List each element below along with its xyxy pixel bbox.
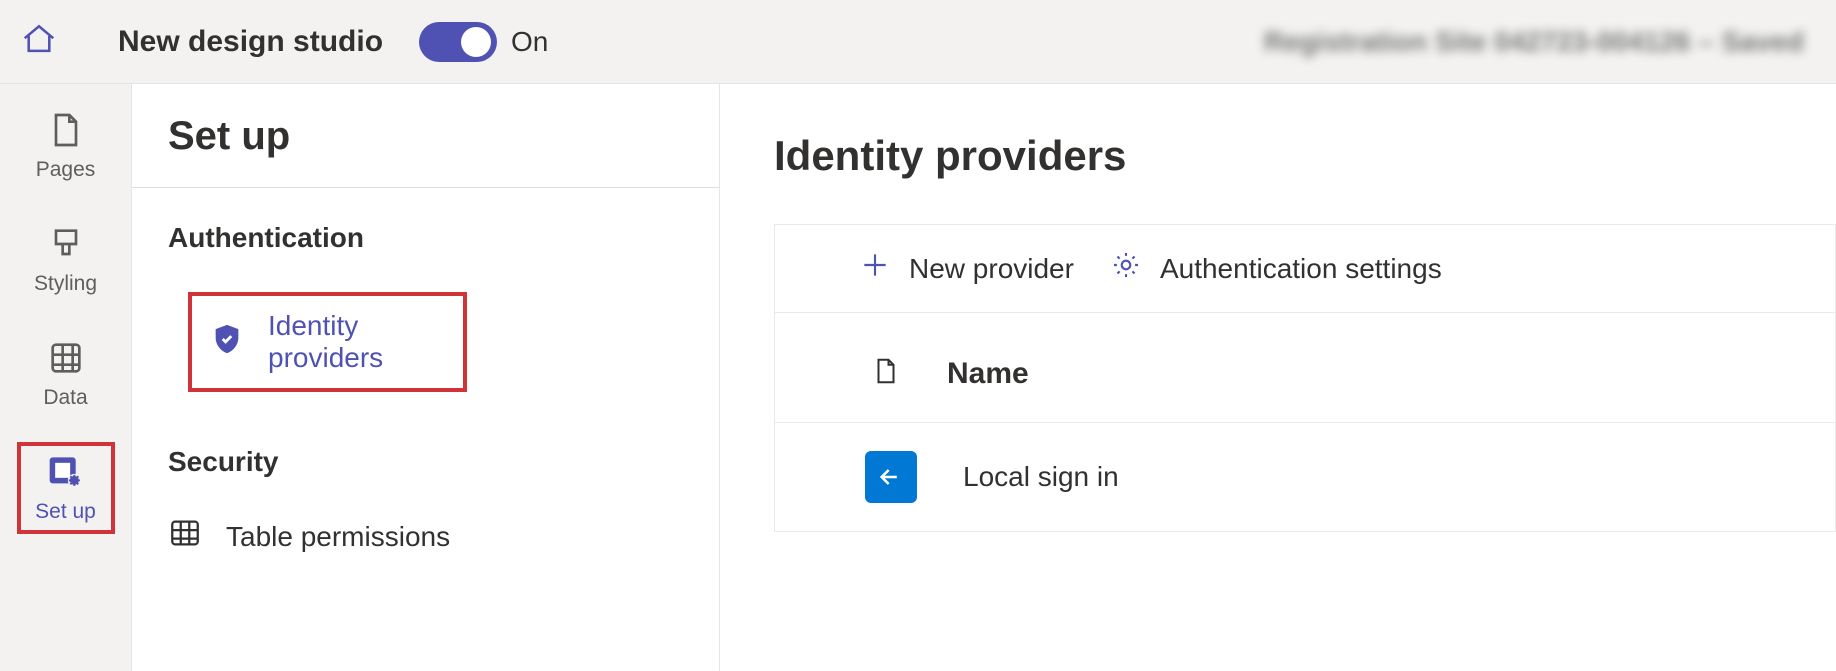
topbar: New design studio On Registration Site 0… xyxy=(0,0,1836,84)
page-title: Identity providers xyxy=(774,132,1836,180)
rail-item-data[interactable]: Data xyxy=(19,330,113,418)
subnav-section-security: Security xyxy=(132,412,719,496)
table-row[interactable]: Local sign in xyxy=(775,423,1835,531)
panel-toolbar: New provider Authentication settings xyxy=(775,225,1835,313)
rail-label-styling: Styling xyxy=(34,272,97,296)
subnav-panel: Set up Authentication Identity providers… xyxy=(132,84,720,671)
auth-settings-button[interactable]: Authentication settings xyxy=(1110,249,1442,288)
rail-label-data: Data xyxy=(43,386,87,410)
subnav-title: Set up xyxy=(132,114,719,187)
home-icon[interactable] xyxy=(20,20,118,63)
subnav-item-label: Table permissions xyxy=(226,521,450,553)
toggle-state-label: On xyxy=(511,26,548,58)
providers-panel: New provider Authentication settings xyxy=(774,224,1836,532)
shield-check-icon xyxy=(210,322,244,363)
on-toggle-wrap: On xyxy=(419,22,548,62)
rail-item-styling[interactable]: Styling xyxy=(19,216,113,304)
subnav-item-label: Identity providers xyxy=(268,310,445,374)
rail-label-setup: Set up xyxy=(35,500,96,524)
file-column-icon xyxy=(871,353,901,394)
plus-icon xyxy=(859,249,891,288)
local-signin-icon xyxy=(865,451,917,503)
subnav-item-table-permissions[interactable]: Table permissions xyxy=(132,496,719,577)
content-area: Identity providers New provider xyxy=(720,84,1836,671)
rail-label-pages: Pages xyxy=(36,158,96,182)
studio-label: New design studio xyxy=(118,25,383,59)
rail-item-setup[interactable]: Set up xyxy=(19,444,113,532)
table-icon xyxy=(168,516,202,557)
gear-icon xyxy=(1110,249,1142,288)
row-label: Local sign in xyxy=(963,461,1119,493)
table-header: Name xyxy=(775,313,1835,423)
subnav-section-authentication: Authentication xyxy=(132,188,719,272)
rail-item-pages[interactable]: Pages xyxy=(19,102,113,190)
left-rail: Pages Styling Data Set up xyxy=(0,84,132,671)
site-status-text: Registration Site 042723-004126 – Saved xyxy=(1264,26,1804,58)
column-name[interactable]: Name xyxy=(947,357,1029,391)
toggle-knob xyxy=(461,27,491,57)
auth-settings-label: Authentication settings xyxy=(1160,253,1442,285)
new-provider-label: New provider xyxy=(909,253,1074,285)
on-toggle[interactable] xyxy=(419,22,497,62)
subnav-item-identity-providers[interactable]: Identity providers xyxy=(132,272,719,412)
new-provider-button[interactable]: New provider xyxy=(859,249,1074,288)
